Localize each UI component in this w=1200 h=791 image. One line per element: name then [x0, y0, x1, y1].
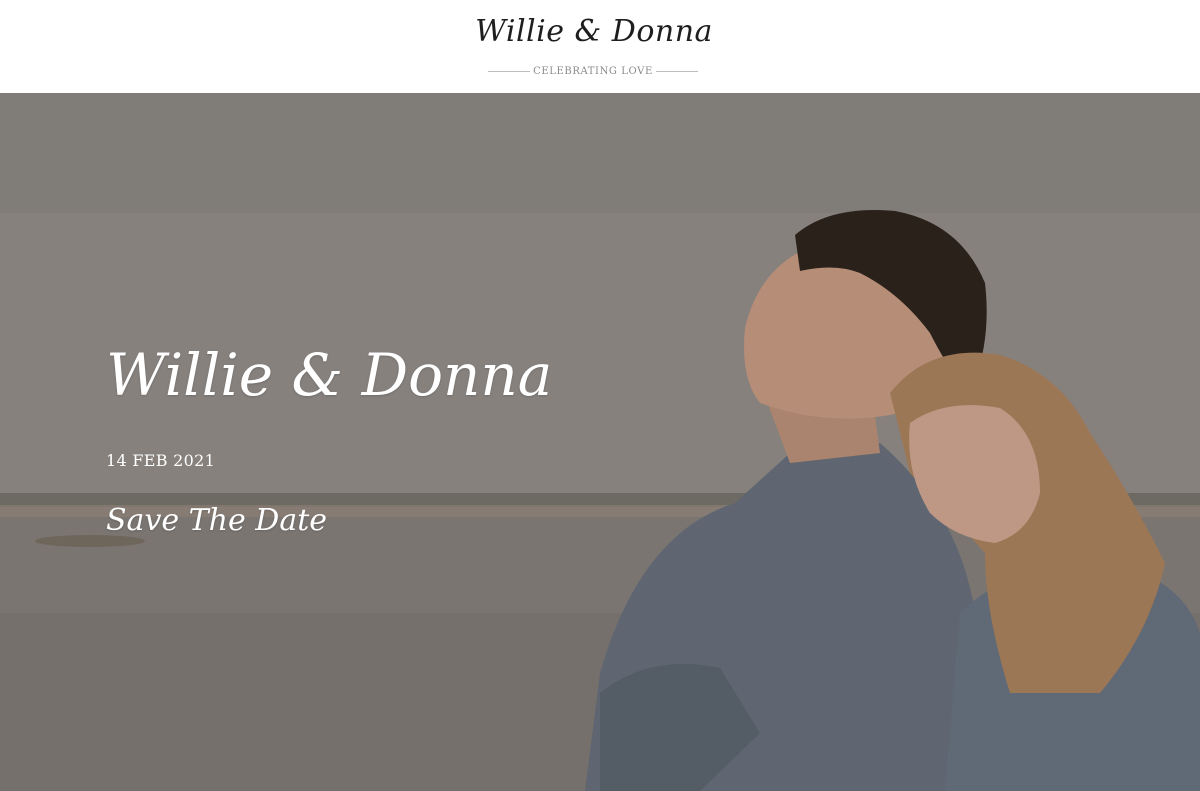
hero-dark-overlay: [0, 93, 1200, 791]
wedding-date: 14 FEB 2021: [106, 451, 216, 470]
hero-title: Willie & Donna: [106, 341, 553, 409]
site-header: Willie & Donna CELEBRATING LOVE: [0, 0, 1200, 93]
page: Willie & Donna CELEBRATING LOVE Willie &…: [0, 0, 1200, 791]
hero-section: Willie & Donna 14 FEB 2021 Save The Date: [0, 93, 1200, 791]
save-the-date-text: Save The Date: [106, 503, 328, 538]
tagline-divider-left: [488, 70, 530, 72]
site-tagline: CELEBRATING LOVE: [533, 65, 653, 77]
site-logo-link[interactable]: Willie & Donna: [0, 14, 1188, 49]
tagline-divider-right: [656, 70, 698, 72]
tagline-row: CELEBRATING LOVE: [488, 63, 698, 79]
